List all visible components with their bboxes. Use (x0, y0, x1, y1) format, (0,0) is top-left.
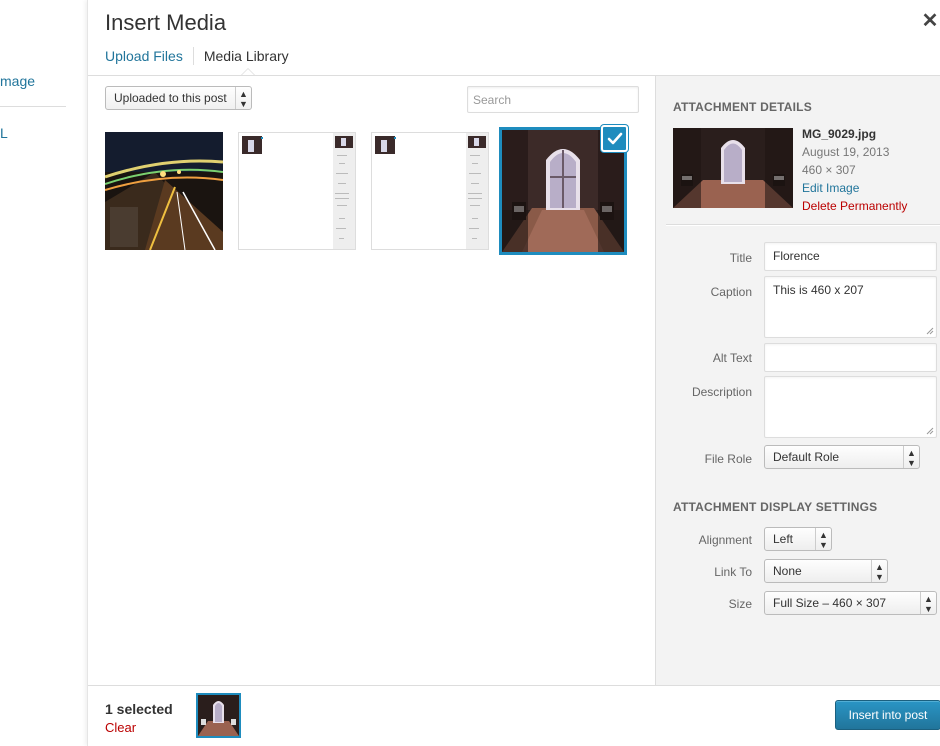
alt-text-label: Alt Text (712, 351, 752, 365)
attachment-details-heading: ATTACHMENT DETAILS (673, 100, 812, 114)
selected-checkmark-icon[interactable] (601, 125, 628, 152)
alignment-label: Alignment (698, 533, 752, 547)
clear-selection-link[interactable]: Clear (105, 720, 136, 735)
attachment-preview-image (673, 128, 793, 208)
media-toolbar: 1 selected Clear Insert into post (88, 686, 940, 746)
checkmark-icon (607, 132, 623, 145)
sidebar-divider (0, 106, 66, 107)
attachment-thumbnail[interactable] (238, 132, 356, 250)
size-value: Full Size – 460 × 307 (773, 596, 887, 610)
caption-field[interactable]: This is 460 x 207 (764, 276, 937, 338)
insert-media-modal: Insert Media ✕ Upload Files Media Librar… (87, 0, 940, 746)
insert-url-link[interactable]: L (0, 125, 8, 141)
tab-media-library[interactable]: Media Library (192, 47, 299, 65)
media-filter-select[interactable]: Uploaded to this post ▲ ▼ (105, 86, 252, 110)
attachment-details-sidebar: ATTACHMENT DETAILS MG_9029.jpg August 19… (655, 76, 940, 685)
document-screenshot-image (239, 133, 355, 249)
attachment-thumbnail[interactable] (371, 132, 489, 250)
search-input[interactable] (467, 86, 639, 113)
resize-handle-icon[interactable] (926, 427, 934, 435)
selection-count: 1 selected (105, 701, 173, 717)
tab-upload-files[interactable]: Upload Files (105, 47, 193, 65)
file-role-value: Default Role (773, 450, 840, 464)
select-arrows-icon: ▲ ▼ (920, 592, 936, 614)
resize-handle-icon[interactable] (926, 327, 934, 335)
link-to-value: None (773, 564, 802, 578)
document-screenshot-image (372, 133, 488, 249)
insert-into-post-button[interactable]: Insert into post (835, 700, 940, 730)
selection-preview-image[interactable] (196, 693, 241, 738)
media-tabs: Upload Files Media Library (105, 47, 299, 65)
attachment-dimensions: 460 × 307 (802, 163, 856, 177)
description-field[interactable] (764, 376, 937, 438)
caption-label: Caption (710, 285, 752, 299)
delete-permanently-link[interactable]: Delete Permanently (802, 197, 907, 215)
attachment-info: MG_9029.jpg August 19, 2013 460 × 307 Ed… (802, 125, 907, 215)
attachment-filename: MG_9029.jpg (802, 127, 877, 141)
alignment-value: Left (773, 532, 794, 546)
close-icon[interactable]: ✕ (920, 10, 940, 32)
alt-text-field[interactable] (764, 343, 937, 372)
modal-title: Insert Media (105, 10, 227, 35)
link-to-select[interactable]: None ▲ ▼ (764, 559, 888, 583)
file-role-select[interactable]: Default Role ▲ ▼ (764, 445, 920, 469)
details-divider (666, 224, 940, 225)
title-label: Title (729, 251, 752, 265)
attachment-date: August 19, 2013 (802, 145, 890, 159)
link-to-label: Link To (714, 565, 752, 579)
add-image-link[interactable]: mage (0, 73, 35, 89)
attachment-thumbnail[interactable] (105, 132, 223, 250)
alignment-select[interactable]: Left ▲ ▼ (764, 527, 832, 551)
file-role-label: File Role (704, 452, 752, 466)
description-label: Description (691, 385, 752, 399)
page-sidebar: mage L (0, 0, 87, 746)
size-label: Size (728, 597, 752, 611)
street-night-image (105, 132, 223, 250)
display-settings-heading: ATTACHMENT DISPLAY SETTINGS (673, 500, 878, 514)
size-select[interactable]: Full Size – 460 × 307 ▲ ▼ (764, 591, 937, 615)
select-arrows-icon: ▲ ▼ (815, 528, 831, 550)
select-arrows-icon: ▲ ▼ (871, 560, 887, 582)
media-filter-value: Uploaded to this post (114, 91, 227, 105)
edit-image-link[interactable]: Edit Image (802, 179, 907, 197)
select-arrows-icon: ▲ ▼ (903, 446, 919, 468)
title-field[interactable]: Florence (764, 242, 937, 271)
select-arrows-icon: ▲ ▼ (235, 87, 251, 109)
caption-value: This is 460 x 207 (773, 283, 864, 297)
